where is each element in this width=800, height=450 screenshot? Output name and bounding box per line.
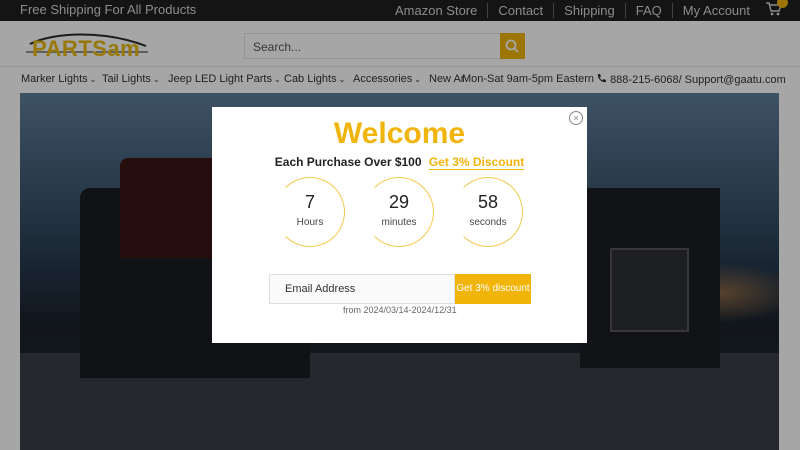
countdown-hours-value: 7 <box>304 192 315 212</box>
popup-title: Welcome <box>333 117 466 150</box>
countdown-seconds: 58 seconds <box>453 177 523 247</box>
countdown-seconds-value: 58 <box>477 192 499 212</box>
discount-link[interactable]: Get 3% Discount <box>428 155 525 170</box>
countdown-minutes: 29 minutes <box>364 177 434 247</box>
countdown-hours-label: Hours <box>296 217 324 228</box>
countdown-seconds-label: seconds <box>469 217 507 228</box>
welcome-popup: × Welcome Each Purchase Over $100 Get 3%… <box>212 107 587 343</box>
promo-date-range: from 2024/03/14-2024/12/31 <box>343 305 457 315</box>
countdown-minutes-value: 29 <box>388 192 410 212</box>
offer-text: Each Purchase Over $100 Get 3% Discount <box>274 155 525 170</box>
countdown-minutes-label: minutes <box>381 217 417 228</box>
countdown-hours: 7 Hours <box>275 177 345 247</box>
get-discount-button[interactable]: Get 3% discount <box>455 274 531 304</box>
email-input[interactable]: Email Address <box>269 274 455 304</box>
